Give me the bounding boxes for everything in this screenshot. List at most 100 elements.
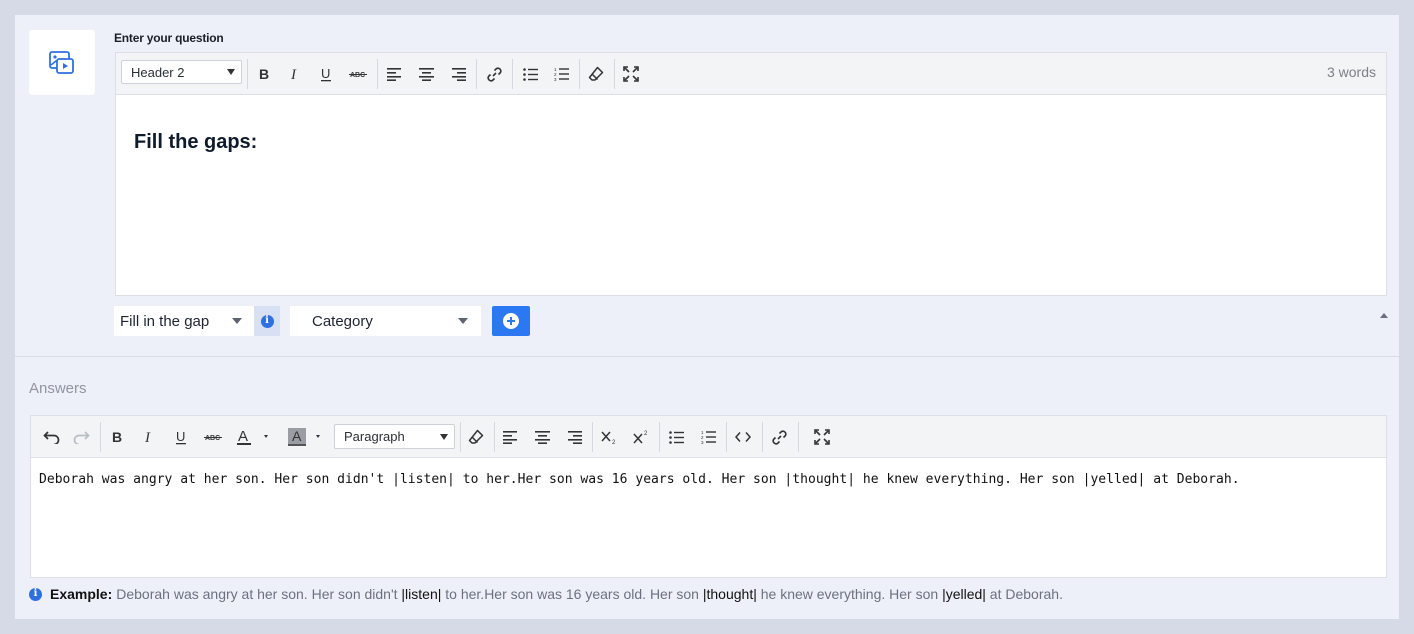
- paragraph-format-select[interactable]: Paragraph: [334, 424, 455, 449]
- svg-text:I: I: [144, 430, 151, 444]
- example-text: he knew everything. Her son: [756, 586, 943, 602]
- bullet-list-button[interactable]: [663, 416, 689, 458]
- eraser-icon: [468, 429, 484, 444]
- subscript-icon: 2: [600, 431, 616, 445]
- toolbar-divider: [592, 422, 593, 452]
- category-select[interactable]: Category: [290, 306, 481, 336]
- underline-button[interactable]: U: [314, 53, 338, 95]
- numbered-list-icon: 123: [554, 67, 569, 81]
- align-left-button[interactable]: [498, 416, 522, 458]
- fullscreen-button[interactable]: [618, 53, 644, 95]
- underline-icon: U: [176, 430, 186, 444]
- answers-editor: B I U ABC A A Paragraph 2 2 1 2 3 Debora…: [30, 415, 1387, 578]
- bold-button[interactable]: B: [252, 53, 276, 95]
- italic-icon: I: [144, 430, 151, 444]
- svg-text:ABC: ABC: [350, 72, 365, 79]
- svg-text:A: A: [238, 428, 248, 445]
- example-text: at Deborah.: [985, 586, 1063, 602]
- question-editor: Header 2 B I U ABC 1 2 3 3 words Fill th…: [115, 52, 1387, 296]
- bold-icon: B: [112, 430, 122, 444]
- eraser-icon: [588, 66, 604, 81]
- example-label: Example:: [50, 586, 113, 602]
- chevron-down-icon: [440, 433, 448, 440]
- align-right-icon: [451, 68, 466, 81]
- align-center-icon: [534, 431, 550, 444]
- strikethrough-icon: ABC: [349, 72, 367, 79]
- align-right-icon: [567, 431, 582, 444]
- background-color-button[interactable]: A: [283, 416, 327, 458]
- question-content[interactable]: Fill the gaps:: [116, 95, 1386, 190]
- align-left-button[interactable]: [382, 53, 406, 95]
- question-toolbar: Header 2 B I U ABC 1 2 3 3 words: [116, 53, 1386, 95]
- answers-label: Answers: [29, 380, 87, 397]
- answers-toolbar: B I U ABC A A Paragraph 2 2 1 2 3: [31, 416, 1386, 458]
- numbered-list-button[interactable]: 123: [695, 416, 721, 458]
- undo-button[interactable]: [39, 416, 63, 458]
- superscript-button[interactable]: 2: [628, 416, 654, 458]
- example-gap: |thought|: [702, 586, 757, 602]
- numbered-list-button[interactable]: 123: [548, 53, 574, 95]
- collapse-caret-icon[interactable]: [1380, 313, 1388, 318]
- info-icon: i: [260, 314, 274, 328]
- fullscreen-button[interactable]: [809, 416, 835, 458]
- toolbar-divider: [512, 59, 513, 89]
- fullscreen-icon: [623, 66, 639, 82]
- align-center-button[interactable]: [530, 416, 554, 458]
- clear-formatting-button[interactable]: [583, 53, 609, 95]
- example-hint: i Example: Deborah was angry at her son.…: [29, 586, 1063, 602]
- question-type-select[interactable]: Fill in the gap: [114, 306, 254, 336]
- example-gap: |yelled|: [942, 586, 986, 602]
- add-media-button[interactable]: [29, 30, 95, 95]
- question-type-value: Fill in the gap: [120, 312, 210, 330]
- align-center-button[interactable]: [414, 53, 438, 95]
- align-right-button[interactable]: [446, 53, 470, 95]
- redo-button[interactable]: [69, 416, 93, 458]
- align-center-icon: [418, 68, 434, 81]
- insert-link-button[interactable]: [481, 53, 507, 95]
- block-format-select[interactable]: Header 2: [121, 60, 242, 84]
- strikethrough-button[interactable]: ABC: [345, 53, 371, 95]
- example-text: Deborah was angry at her son. Her son di…: [116, 586, 402, 602]
- svg-text:2: 2: [644, 431, 648, 437]
- align-left-icon: [386, 68, 401, 81]
- chevron-down-icon: [232, 318, 242, 324]
- chevron-down-icon: [227, 69, 235, 75]
- fullscreen-icon: [814, 429, 830, 445]
- answers-content[interactable]: Deborah was angry at her son. Her son di…: [31, 458, 1386, 501]
- add-category-button[interactable]: [492, 306, 530, 336]
- question-type-info[interactable]: i: [254, 306, 280, 336]
- highlight-color-icon: A: [288, 428, 320, 446]
- svg-text:U: U: [321, 67, 330, 81]
- underline-button[interactable]: U: [169, 416, 193, 458]
- strikethrough-button[interactable]: ABC: [199, 416, 227, 458]
- word-count: 3 words: [1326, 64, 1376, 80]
- italic-button[interactable]: I: [137, 416, 161, 458]
- strikethrough-icon: ABC: [204, 435, 222, 442]
- source-code-button[interactable]: [730, 416, 756, 458]
- numbered-list-icon: 123: [701, 430, 716, 444]
- align-right-button[interactable]: [562, 416, 586, 458]
- example-text: to her.Her son was 16 years old. Her son: [441, 586, 703, 602]
- underline-icon: U: [321, 67, 331, 81]
- toolbar-divider: [659, 422, 660, 452]
- code-icon: [735, 432, 751, 442]
- undo-icon: [42, 431, 59, 444]
- svg-text:A: A: [292, 428, 302, 444]
- svg-text:U: U: [176, 430, 185, 444]
- info-icon: i: [29, 587, 42, 601]
- bullet-list-button[interactable]: [517, 53, 543, 95]
- text-color-button[interactable]: A: [231, 416, 275, 458]
- clear-formatting-button[interactable]: [463, 416, 489, 458]
- paragraph-format-value: Paragraph: [344, 429, 405, 444]
- subscript-button[interactable]: 2: [596, 416, 622, 458]
- svg-text:B: B: [259, 67, 269, 81]
- chevron-down-icon: [458, 318, 468, 324]
- svg-text:2: 2: [612, 440, 616, 445]
- insert-link-button[interactable]: [766, 416, 792, 458]
- bold-button[interactable]: B: [105, 416, 129, 458]
- italic-button[interactable]: I: [283, 53, 307, 95]
- question-label: Enter your question: [114, 31, 224, 45]
- question-card: Enter your question Header 2 B I U ABC 1…: [15, 15, 1399, 619]
- toolbar-divider: [762, 422, 763, 452]
- toolbar-divider: [460, 422, 461, 452]
